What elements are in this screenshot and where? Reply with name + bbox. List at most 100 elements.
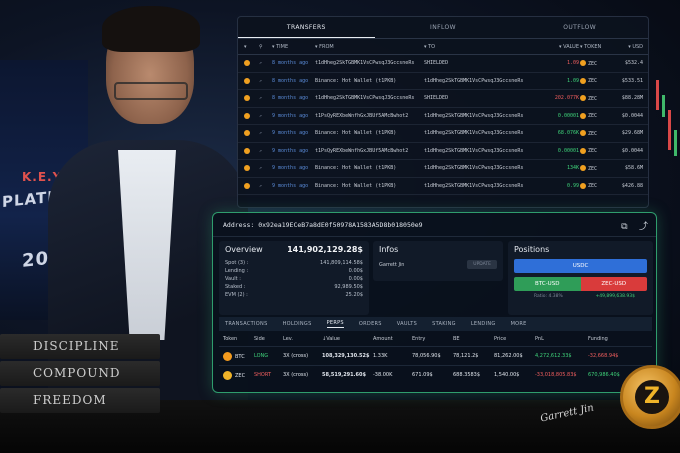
book-stack: DISCIPLINE COMPOUND FREEDOM: [0, 334, 160, 415]
table-row[interactable]: ↗ 9 months ago t1PsQyREXbeWnfhGxJBUf5AMcBw…: [238, 143, 648, 160]
tab-transactions[interactable]: TRANSACTIONS: [225, 321, 268, 327]
transfer-from[interactable]: t1PsQyREXbeWnfhGxJBUf5AMcBwhot2: [315, 148, 423, 154]
external-link-icon[interactable]: ↗: [259, 113, 271, 119]
perps-col-price[interactable]: Price: [494, 336, 534, 342]
perps-col-lev[interactable]: Lev.: [283, 336, 321, 342]
candlestick-decoration: [654, 60, 680, 200]
transfers-tabs: TRANSFERS INFLOW OUTFLOW: [238, 17, 648, 39]
zec-token-icon: [580, 95, 586, 101]
external-link-icon[interactable]: ↗: [259, 148, 271, 154]
perps-col-funding[interactable]: Funding: [588, 336, 643, 342]
tab-staking[interactable]: STAKING: [432, 321, 456, 327]
transfer-value: 0.00001: [557, 112, 579, 119]
positions-ratio: Ratio: 4.38%: [534, 294, 563, 299]
transfer-value: 68.076K: [557, 130, 579, 137]
perps-col-token[interactable]: Token: [223, 336, 253, 342]
transfer-to[interactable]: SHIELDED: [424, 95, 544, 101]
tab-more[interactable]: MORE: [511, 321, 527, 327]
table-row[interactable]: ZEC SHORT 3X (cross) 58,519,291.60$ -38.00K 6…: [219, 365, 652, 384]
transfer-to[interactable]: t1dHheg2SkTGBMK1VsCPwsqJ3GccsneRs: [424, 183, 544, 189]
perps-col-be[interactable]: BE: [453, 336, 493, 342]
table-row[interactable]: ↗ 9 months ago Binance: Hot Wallet (t1PKB)…: [238, 160, 648, 178]
transfer-from[interactable]: t1dHheg2SkTGBMK1VsCPwsqJ3GccsneRs: [315, 60, 423, 66]
col-to[interactable]: ▾ TO: [424, 44, 544, 50]
zec-coin-icon: [244, 112, 258, 120]
col-token[interactable]: ▾ TOKEN: [580, 44, 612, 50]
table-row[interactable]: ↗ 9 months ago Binance: Hot Wallet (t1PKB)…: [238, 125, 648, 143]
copy-icon[interactable]: ⧉: [621, 222, 627, 232]
zec-usd-bar[interactable]: ZEC-USD: [580, 277, 647, 291]
col-time[interactable]: ▾ TIME: [272, 44, 314, 50]
external-link-icon[interactable]: ↗: [259, 78, 271, 84]
tab-perps[interactable]: PERPS: [326, 320, 344, 328]
transfer-time[interactable]: 9 months ago: [272, 130, 314, 136]
perps-col-entry[interactable]: Entry: [412, 336, 452, 342]
tab-lending[interactable]: LENDING: [471, 321, 496, 327]
btc-usd-bar[interactable]: BTC-USD: [514, 277, 581, 291]
transfer-to[interactable]: t1dHheg2SkTGBMK1VsCPwsqJ3GccsneRs: [424, 78, 544, 84]
tab-orders[interactable]: ORDERS: [359, 321, 382, 327]
col-usd[interactable]: ▾ USD: [613, 44, 643, 50]
filter-icon[interactable]: ▾: [244, 44, 258, 50]
transfer-token-label: ZEC: [588, 95, 598, 102]
transfer-time[interactable]: 9 months ago: [272, 183, 314, 189]
external-link-icon[interactable]: ↗: [259, 60, 271, 66]
link-icon[interactable]: ⚲: [259, 44, 271, 50]
positions-title: Positions: [514, 245, 550, 254]
share-icon[interactable]: ⤴: [639, 222, 648, 232]
perps-col-amount[interactable]: Amount: [373, 336, 411, 342]
transfer-from[interactable]: Binance: Hot Wallet (t1PKB): [315, 165, 423, 171]
table-row[interactable]: ↗ 9 months ago t1PsQyREXbeWnfhGxJBUf5AMcBw…: [238, 108, 648, 125]
external-link-icon[interactable]: ↗: [259, 183, 271, 189]
transfer-token-label: ZEC: [588, 78, 598, 84]
external-link-icon[interactable]: ↗: [259, 95, 271, 101]
transfer-to[interactable]: t1dHheg2SkTGBMK1VsCPwsqJ3GccsneRs: [424, 130, 544, 136]
usdc-bar[interactable]: USDC: [514, 259, 647, 273]
tab-vaults[interactable]: VAULTS: [397, 321, 417, 327]
transfer-from[interactable]: Binance: Hot Wallet (t1PKB): [315, 130, 423, 136]
transfer-time[interactable]: 8 months ago: [272, 60, 314, 66]
col-value[interactable]: ▾ VALUE: [545, 44, 579, 50]
transfer-to[interactable]: t1dHheg2SkTGBMK1VsCPwsqJ3GccsneRs: [424, 165, 544, 171]
update-button[interactable]: UPDATE: [467, 260, 497, 269]
transfer-time[interactable]: 8 months ago: [272, 78, 314, 84]
external-link-icon[interactable]: ↗: [259, 130, 271, 136]
address-value[interactable]: 0x92ea19ECeB7a8dE0f50978A1583A5D8b018050…: [258, 221, 422, 229]
perps-leverage: 3X (cross): [283, 372, 309, 378]
col-from-label: FROM: [319, 43, 334, 50]
transfer-token-label: ZEC: [588, 183, 598, 189]
zcash-medal-symbol: Z: [635, 380, 669, 414]
table-row[interactable]: ↗ 8 months ago Binance: Hot Wallet (t1PKB)…: [238, 73, 648, 90]
transfer-time[interactable]: 9 months ago: [272, 113, 314, 119]
table-row[interactable]: ↗ 8 months ago t1dHheg2SkTGBMK1VsCPwsqJ3Gc…: [238, 90, 648, 108]
transfer-to[interactable]: SHIELDED: [424, 60, 544, 66]
tab-inflow[interactable]: INFLOW: [375, 17, 512, 38]
overview-line: Vault : 0.00$: [225, 275, 363, 283]
transfer-to[interactable]: t1dHheg2SkTGBMK1VsCPwsqJ3GccsneRs: [424, 113, 544, 119]
col-from[interactable]: ▾ FROM: [315, 44, 423, 50]
transfer-time[interactable]: 9 months ago: [272, 148, 314, 154]
external-link-icon[interactable]: ↗: [259, 165, 271, 171]
transfer-from[interactable]: t1dHheg2SkTGBMK1VsCPwsqJ3GccsneRs: [315, 95, 423, 101]
transfer-from[interactable]: t1PsQyREXbeWnfhGxJBUf5AMcBwhot2: [315, 113, 423, 119]
transfer-time[interactable]: 8 months ago: [272, 95, 314, 101]
transfer-from[interactable]: Binance: Hot Wallet (t1PKB): [315, 183, 423, 189]
transfer-to[interactable]: t1dHheg2SkTGBMK1VsCPwsqJ3GccsneRs: [424, 148, 544, 154]
perps-col-side[interactable]: Side: [254, 336, 282, 342]
overview-line-label: Lending :: [225, 268, 249, 274]
transfer-time[interactable]: 9 months ago: [272, 165, 314, 171]
perps-col-value[interactable]: ↓Value: [322, 336, 372, 342]
transfer-token: ZEC: [580, 112, 612, 119]
tab-transfers[interactable]: TRANSFERS: [238, 17, 375, 38]
transfer-usd: $532.4: [624, 60, 643, 67]
table-row[interactable]: ↗ 9 months ago Binance: Hot Wallet (t1PKB)…: [238, 178, 648, 195]
tab-holdings[interactable]: HOLDINGS: [283, 321, 312, 327]
table-row[interactable]: ↗ 8 months ago t1dHheg2SkTGBMK1VsCPwsqJ3Gc…: [238, 55, 648, 73]
transfer-from[interactable]: Binance: Hot Wallet (t1PKB): [315, 78, 423, 84]
tab-outflow[interactable]: OUTFLOW: [511, 17, 648, 38]
table-row[interactable]: BTC LONG 3X (cross) 108,329,130.52$ 1.33K 78,…: [219, 346, 652, 365]
transfer-usd: $58.6M: [624, 165, 643, 172]
perps-col-pnl[interactable]: PnL: [535, 336, 587, 342]
perps-value: 108,329,130.52$: [322, 353, 370, 359]
transfer-token-label: ZEC: [588, 148, 598, 154]
